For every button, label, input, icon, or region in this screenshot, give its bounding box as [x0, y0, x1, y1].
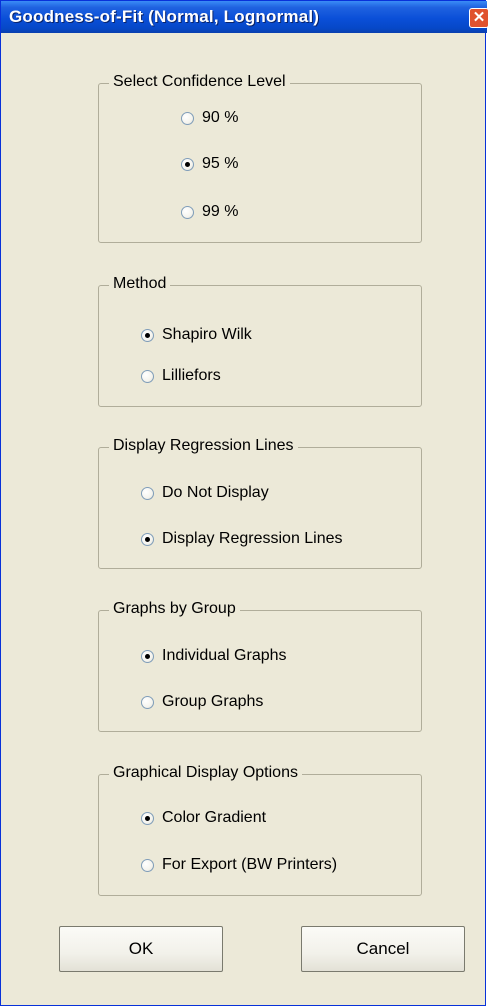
- radio-circle-icon: [141, 486, 154, 500]
- graphs-by-group-legend: Graphs by Group: [109, 600, 240, 618]
- radio-confidence-95[interactable]: 95 %: [181, 153, 238, 175]
- radio-group-graphs[interactable]: Group Graphs: [141, 691, 263, 713]
- graphical-display-options-legend: Graphical Display Options: [109, 764, 302, 782]
- graphical-display-options-group: Graphical Display Options Color Gradient…: [98, 764, 422, 896]
- confidence-level-legend: Select Confidence Level: [109, 73, 290, 91]
- window-title: Goodness-of-Fit (Normal, Lognormal): [9, 7, 320, 26]
- regression-lines-group: Display Regression Lines Do Not Display …: [98, 437, 422, 569]
- title-bar[interactable]: Goodness-of-Fit (Normal, Lognormal) ✕: [1, 1, 488, 33]
- radio-label: Color Gradient: [162, 809, 267, 826]
- radio-label: Individual Graphs: [162, 647, 287, 664]
- method-legend: Method: [109, 275, 171, 293]
- radio-confidence-99[interactable]: 99 %: [181, 201, 238, 223]
- radio-confidence-90[interactable]: 90 %: [181, 107, 238, 129]
- radio-display-regression-lines[interactable]: Display Regression Lines: [141, 528, 343, 550]
- radio-label: Group Graphs: [162, 693, 264, 710]
- regression-lines-legend: Display Regression Lines: [109, 437, 298, 455]
- radio-circle-icon: [181, 157, 194, 171]
- radio-do-not-display[interactable]: Do Not Display: [141, 482, 269, 504]
- radio-label: Lilliefors: [162, 367, 221, 384]
- radio-circle-icon: [141, 649, 154, 663]
- radio-individual-graphs[interactable]: Individual Graphs: [141, 645, 287, 667]
- radio-circle-icon: [181, 205, 194, 219]
- radio-circle-icon: [141, 328, 154, 342]
- radio-label: For Export (BW Printers): [162, 856, 338, 873]
- radio-label: 99 %: [202, 203, 239, 220]
- radio-label: Display Regression Lines: [162, 530, 343, 547]
- cancel-button[interactable]: Cancel: [301, 926, 465, 972]
- radio-method-lilliefors[interactable]: Lilliefors: [141, 365, 221, 387]
- close-button[interactable]: ✕: [469, 8, 488, 28]
- radio-color-gradient[interactable]: Color Gradient: [141, 807, 266, 829]
- radio-label: 95 %: [202, 155, 239, 172]
- radio-method-shapiro-wilk[interactable]: Shapiro Wilk: [141, 324, 252, 346]
- radio-label: Shapiro Wilk: [162, 326, 252, 343]
- radio-for-export-bw-printers[interactable]: For Export (BW Printers): [141, 854, 337, 876]
- radio-circle-icon: [181, 111, 194, 125]
- confidence-level-group: Select Confidence Level 90 % 95 % 99 %: [98, 73, 422, 243]
- graphs-by-group-group: Graphs by Group Individual Graphs Group …: [98, 600, 422, 732]
- ok-button[interactable]: OK: [59, 926, 223, 972]
- radio-circle-icon: [141, 369, 154, 383]
- dialog-window: Goodness-of-Fit (Normal, Lognormal) ✕ Se…: [0, 0, 488, 1006]
- method-group: Method Shapiro Wilk Lilliefors: [98, 275, 422, 407]
- radio-circle-icon: [141, 532, 154, 546]
- radio-label: 90 %: [202, 109, 239, 126]
- radio-circle-icon: [141, 695, 154, 709]
- radio-label: Do Not Display: [162, 484, 269, 501]
- radio-circle-icon: [141, 811, 154, 825]
- radio-circle-icon: [141, 858, 154, 872]
